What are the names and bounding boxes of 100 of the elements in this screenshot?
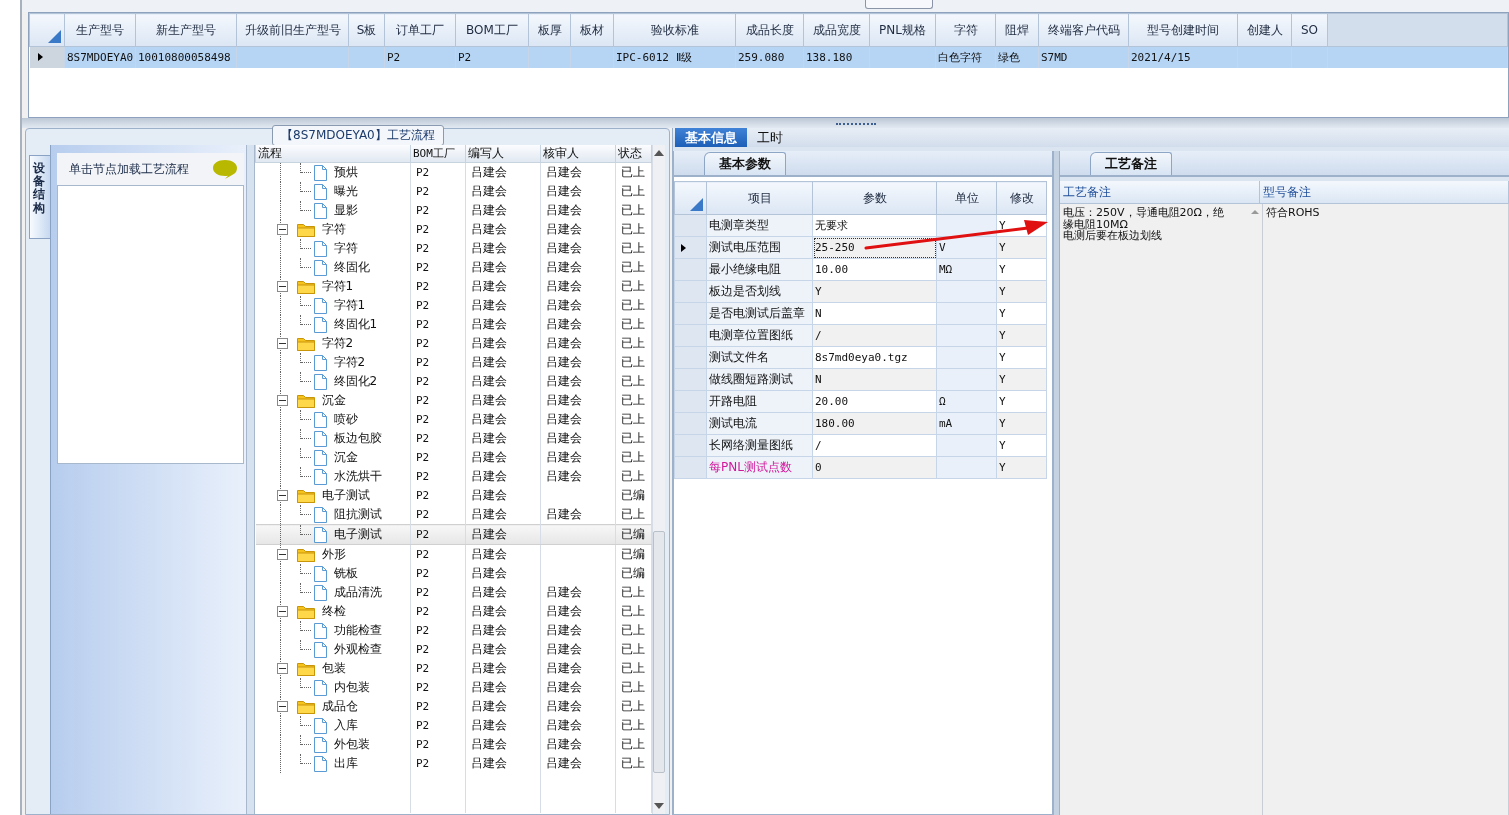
table-cell: 板边是否划线	[709, 284, 781, 298]
column-header[interactable]: 项目	[706, 181, 813, 215]
column-header[interactable]: S板	[348, 13, 385, 47]
tree-node-label[interactable]: 板边包胶	[329, 430, 382, 447]
collapse-toggle[interactable]	[276, 549, 288, 560]
column-header[interactable]: 成品宽度	[803, 13, 870, 47]
collapse-toggle[interactable]	[276, 701, 288, 712]
table-cell: 已上	[621, 699, 645, 713]
tree-node-label[interactable]: 曝光	[329, 183, 358, 200]
table-cell[interactable]: 无要求	[815, 219, 848, 232]
column-header[interactable]: 阻焊	[995, 13, 1039, 47]
table-cell: 已上	[621, 374, 645, 388]
table-cell[interactable]: 180.00	[815, 417, 855, 430]
tree-node-label[interactable]: 成品仓	[317, 698, 358, 715]
tab[interactable]: 工艺备注	[1090, 152, 1172, 175]
tree-node-label[interactable]: 阻抗测试	[329, 506, 382, 523]
column-header[interactable]: PNL规格	[869, 13, 936, 47]
column-header[interactable]: 板材	[570, 13, 614, 47]
column-header[interactable]: SO	[1291, 13, 1328, 47]
table-cell[interactable]: 0	[815, 461, 822, 474]
column-header[interactable]: 生产型号	[64, 13, 136, 47]
tab[interactable]: 工时	[747, 128, 793, 147]
scrollbar[interactable]	[652, 145, 665, 814]
tree-node-label[interactable]: 外观检查	[329, 641, 382, 658]
tree-node-label[interactable]: 功能检查	[329, 622, 382, 639]
tree-node-label[interactable]: 终固化	[329, 259, 370, 276]
document-icon	[313, 717, 327, 734]
document-icon	[313, 202, 327, 219]
tree-node-label[interactable]: 外包装	[329, 736, 370, 753]
table-cell: 是否电测试后盖章	[709, 306, 805, 320]
collapse-toggle[interactable]	[276, 663, 288, 674]
tree-node-label[interactable]: 喷砂	[329, 411, 358, 428]
column-header[interactable]: 创建人	[1237, 13, 1292, 47]
table-cell: 吕建会	[546, 165, 582, 179]
column-header[interactable]: 单位	[936, 181, 997, 215]
tree-node-label[interactable]: 出库	[329, 755, 358, 772]
panel-tab[interactable]	[865, 0, 933, 9]
tree-node-label[interactable]: 电子测试	[317, 487, 370, 504]
table-cell[interactable]: /	[815, 329, 822, 342]
column-header[interactable]: 新生产型号	[135, 13, 237, 47]
tree-node-label[interactable]: 字符2	[329, 354, 366, 371]
column-header[interactable]: 状态	[615, 145, 652, 163]
table-cell[interactable]: 25-250	[815, 241, 855, 254]
column-header[interactable]: 成品长度	[735, 13, 804, 47]
column-header[interactable]: BOM工厂	[455, 13, 529, 47]
column-header[interactable]: 字符	[935, 13, 996, 47]
column-header[interactable]: 订单工厂	[384, 13, 456, 47]
column-header[interactable]: 型号备注	[1260, 181, 1509, 203]
table-cell[interactable]: Y	[815, 285, 822, 298]
collapse-toggle[interactable]	[276, 281, 288, 292]
table-cell[interactable]: /	[815, 439, 822, 452]
tree-node-label[interactable]: 字符2	[317, 335, 354, 352]
table-cell: 吕建会	[546, 298, 582, 312]
column-header[interactable]: 流程	[255, 145, 411, 163]
tree-node-label[interactable]: 字符1	[317, 278, 354, 295]
tree-node-label[interactable]: 终固化1	[329, 316, 378, 333]
tree-node-label[interactable]: 水洗烘干	[329, 468, 382, 485]
collapse-toggle[interactable]	[276, 395, 288, 406]
table-cell: 已上	[621, 680, 645, 694]
tree-node-label[interactable]: 终固化2	[329, 373, 378, 390]
table-cell[interactable]: 20.00	[815, 395, 849, 408]
table-cell[interactable]: N	[815, 307, 822, 320]
document-icon	[313, 297, 327, 314]
document-icon	[313, 506, 327, 523]
column-header[interactable]: 终端客户代码	[1038, 13, 1129, 47]
tree-node-label[interactable]: 字符1	[329, 297, 366, 314]
tree-node-label[interactable]: 沉金	[317, 392, 346, 409]
tree-node-label[interactable]: 内包装	[329, 679, 370, 696]
tree-node-label[interactable]: 终检	[317, 603, 346, 620]
column-header[interactable]: 编写人	[465, 145, 541, 163]
table-cell: 吕建会	[546, 507, 582, 521]
tree-node-label[interactable]: 预烘	[329, 164, 358, 181]
tree-node-label[interactable]: 沉金	[329, 449, 358, 466]
tree-node-label[interactable]: 字符	[329, 240, 358, 257]
column-header[interactable]: 升级前旧生产型号	[236, 13, 349, 47]
tree-node-label[interactable]: 外形	[317, 546, 346, 563]
tree-node-label[interactable]: 包装	[317, 660, 346, 677]
column-header[interactable]: 修改	[996, 181, 1047, 215]
collapse-toggle[interactable]	[276, 224, 288, 235]
column-header[interactable]: 验收标准	[613, 13, 736, 47]
collapse-toggle[interactable]	[276, 490, 288, 501]
tree-node-label[interactable]: 入库	[329, 717, 358, 734]
tree-node-label[interactable]: 显影	[329, 202, 358, 219]
collapse-toggle[interactable]	[276, 338, 288, 349]
collapse-toggle[interactable]	[276, 606, 288, 617]
side-tab[interactable]: 设备结构	[29, 155, 50, 239]
document-icon	[313, 679, 327, 696]
table-cell[interactable]: N	[815, 373, 822, 386]
column-header[interactable]: 参数	[812, 181, 937, 215]
table-cell[interactable]: 10.00	[815, 263, 849, 276]
column-header[interactable]: 核审人	[540, 145, 616, 163]
tree-node-label[interactable]: 字符	[317, 221, 346, 238]
tab[interactable]: 基本参数	[704, 152, 786, 175]
tab[interactable]: 基本信息	[675, 128, 747, 147]
column-header[interactable]: 工艺备注	[1060, 181, 1260, 203]
column-header[interactable]: 型号创建时间	[1128, 13, 1238, 47]
column-header[interactable]: BOM工厂	[410, 145, 466, 163]
column-header[interactable]: 板厚	[528, 13, 571, 47]
tree-node-label[interactable]: 铣板	[329, 565, 358, 582]
tree-node-label[interactable]: 成品清洗	[329, 584, 382, 601]
